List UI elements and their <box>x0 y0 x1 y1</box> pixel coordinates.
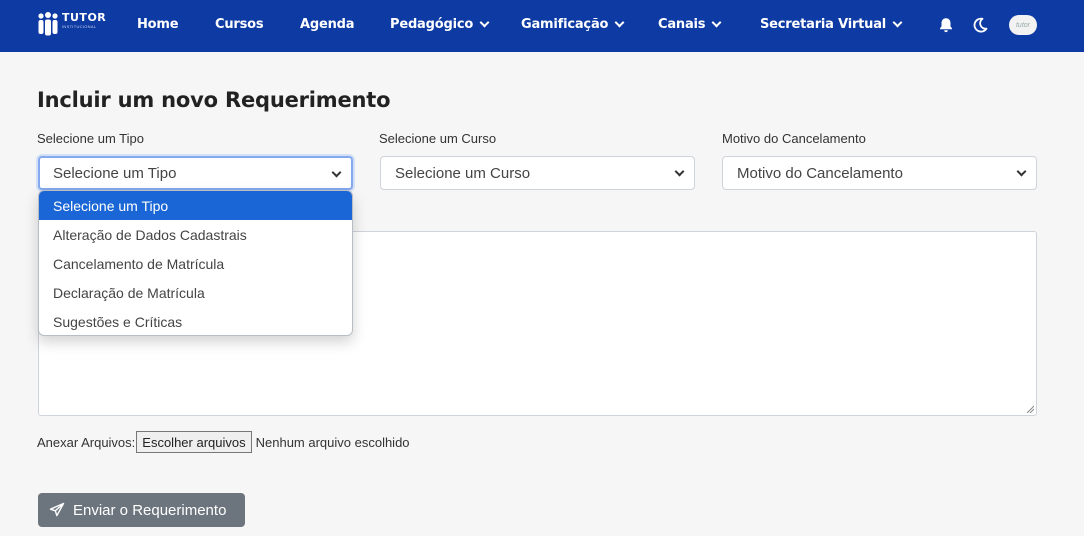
page-title: Incluir um novo Requerimento <box>37 88 391 112</box>
chevron-down-icon <box>892 17 903 28</box>
nav-home-label: Home <box>137 17 179 32</box>
file-status-text: Nenhum arquivo escolhido <box>255 434 410 450</box>
nav-secretaria-virtual[interactable]: Secretaria Virtual <box>760 17 903 32</box>
send-icon <box>49 502 65 517</box>
logo-wordmark: TUTOR <box>62 11 107 24</box>
people-logo-icon <box>36 12 60 38</box>
chevron-down-icon <box>1016 166 1027 177</box>
chevron-down-icon <box>479 17 490 28</box>
curso-select-value: Selecione um Curso <box>395 164 531 182</box>
chevron-down-icon <box>614 17 625 28</box>
submit-request-button[interactable]: Enviar o Requerimento <box>38 493 245 527</box>
motivo-label: Motivo do Cancelamento <box>722 131 866 146</box>
tipo-select[interactable]: Selecione um Tipo <box>38 156 353 190</box>
choose-files-button[interactable]: Escolher arquivos <box>136 431 252 453</box>
chevron-down-icon <box>674 166 685 177</box>
tipo-option[interactable]: Declaração de Matrícula <box>39 278 352 307</box>
chevron-down-icon <box>711 17 722 28</box>
resize-grip-icon[interactable] <box>1026 405 1034 413</box>
motivo-select-value: Motivo do Cancelamento <box>737 164 903 182</box>
motivo-select[interactable]: Motivo do Cancelamento <box>722 156 1037 190</box>
tipo-option[interactable]: Alteração de Dados Cadastrais <box>39 220 352 249</box>
tipo-option[interactable]: Cancelamento de Matrícula <box>39 249 352 278</box>
attach-row: Anexar Arquivos: Escolher arquivos Nenhu… <box>37 431 410 453</box>
nav-gamificacao[interactable]: Gamificação <box>521 17 625 32</box>
moon-icon[interactable] <box>971 16 989 34</box>
tipo-option[interactable]: Sugestões e Críticas <box>39 307 352 335</box>
tutor-logo[interactable]: TUTOR INSTITUCIONAL <box>36 12 106 38</box>
nav-agenda[interactable]: Agenda <box>300 17 355 32</box>
user-avatar[interactable]: tutor <box>1009 15 1037 35</box>
nav-pedagogico[interactable]: Pedagógico <box>390 17 490 32</box>
nav-canais[interactable]: Canais <box>658 17 722 32</box>
nav-canais-label: Canais <box>658 17 706 32</box>
bell-icon[interactable] <box>937 16 955 34</box>
chevron-down-icon <box>331 167 342 178</box>
nav-pedagogico-label: Pedagógico <box>390 17 474 32</box>
tipo-dropdown-list: Selecione um Tipo Alteração de Dados Cad… <box>38 190 353 336</box>
tipo-select-value: Selecione um Tipo <box>53 164 177 182</box>
attach-label: Anexar Arquivos: <box>37 434 136 450</box>
logo-subtext: INSTITUCIONAL <box>62 24 97 29</box>
curso-select[interactable]: Selecione um Curso <box>380 156 695 190</box>
nav-home[interactable]: Home <box>137 17 179 32</box>
nav-secretaria-virtual-label: Secretaria Virtual <box>760 17 887 32</box>
nav-agenda-label: Agenda <box>300 17 355 32</box>
nav-cursos[interactable]: Cursos <box>215 17 264 32</box>
submit-label: Enviar o Requerimento <box>73 501 227 519</box>
tipo-label: Selecione um Tipo <box>37 131 144 146</box>
nav-gamificacao-label: Gamificação <box>521 17 609 32</box>
top-navbar: TUTOR INSTITUCIONAL Home Cursos Agenda P… <box>0 0 1084 52</box>
nav-cursos-label: Cursos <box>215 17 264 32</box>
tipo-option[interactable]: Selecione um Tipo <box>39 191 352 220</box>
curso-label: Selecione um Curso <box>379 131 497 146</box>
